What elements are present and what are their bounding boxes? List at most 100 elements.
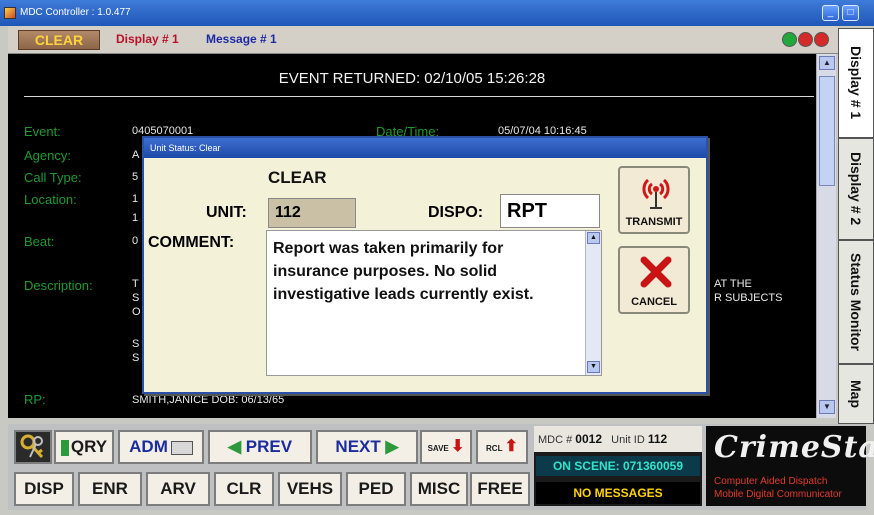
antenna-icon — [642, 178, 670, 209]
side-tab-label: Map — [848, 380, 864, 408]
qry-indicator-icon — [60, 439, 69, 456]
dispo-label: DISPO: — [428, 204, 484, 221]
location-value-2: 1 — [132, 212, 139, 224]
mdc-value: 0012 — [575, 432, 602, 446]
comment-scroll-up-icon[interactable]: ▲ — [587, 232, 600, 244]
dialog-title[interactable]: Unit Status: Clear — [144, 138, 706, 158]
description-line-1: T — [132, 278, 139, 290]
comment-text: Report was taken primarily for insurance… — [273, 240, 534, 303]
cancel-label: CANCEL — [631, 296, 677, 308]
unit-id-label: Unit ID — [611, 434, 645, 446]
clear-status-button[interactable]: CLEAR — [18, 30, 100, 50]
tab-display-1[interactable]: Display # 1 — [116, 32, 179, 46]
adm-button[interactable]: ADM — [118, 430, 204, 464]
dispo-field[interactable]: RPT — [500, 194, 600, 228]
status-light-red — [814, 32, 829, 47]
scroll-thumb[interactable] — [819, 76, 835, 186]
title-bar[interactable]: MDC Controller : 1.0.477 _ □ — [0, 0, 874, 26]
comment-scrollbar[interactable]: ▲ ▼ — [585, 231, 601, 375]
brand-line-2: Mobile Digital Communicator — [714, 489, 842, 500]
location-label: Location: — [24, 192, 77, 207]
calltype-value: 5 — [132, 171, 139, 183]
description-right-1: AT THE — [714, 278, 752, 290]
brand-line-1: Computer Aided Dispatch — [714, 476, 828, 487]
display-scrollbar[interactable]: ▲ ▼ — [816, 54, 836, 418]
keys-icon — [20, 434, 44, 459]
rcl-label: RCL — [486, 444, 503, 453]
ped-button[interactable]: PED — [346, 472, 406, 506]
description-line-4: S — [132, 338, 140, 350]
side-tab-status-monitor[interactable]: Status Monitor — [838, 240, 874, 364]
side-tab-display-1[interactable]: Display # 1 — [838, 28, 874, 138]
maximize-button[interactable]: □ — [842, 5, 859, 21]
next-arrow-icon: ▶ — [385, 437, 399, 456]
description-right-2: R SUBJECTS — [714, 292, 783, 304]
next-button[interactable]: NEXT ▶ — [316, 430, 418, 464]
side-tab-label: Display # 2 — [848, 152, 864, 226]
adm-label: ADM — [129, 437, 168, 456]
clr-button[interactable]: CLR — [214, 472, 274, 506]
mdc-label: MDC # — [538, 434, 573, 446]
bottom-toolbar: QRY ADM ◀ PREV NEXT ▶ SAVE ⬇ RCL ⬆ DISP … — [8, 424, 874, 510]
comment-textarea[interactable]: Report was taken primarily for insurance… — [266, 230, 602, 376]
mdc-line: MDC # 0012 Unit ID 112 — [534, 426, 702, 452]
free-button[interactable]: FREE — [470, 472, 530, 506]
transmit-button[interactable]: TRANSMIT — [618, 166, 690, 234]
next-label: NEXT — [335, 437, 381, 456]
minimize-button[interactable]: _ — [822, 5, 839, 21]
unit-field[interactable]: 112 — [268, 198, 356, 228]
rcl-button[interactable]: RCL ⬆ — [476, 430, 528, 464]
keyboard-icon — [170, 440, 193, 455]
unit-id-value: 112 — [647, 432, 668, 446]
save-label: SAVE — [427, 444, 449, 453]
save-button[interactable]: SAVE ⬇ — [420, 430, 472, 464]
prev-button[interactable]: ◀ PREV — [208, 430, 312, 464]
keys-button[interactable] — [14, 430, 52, 464]
description-line-3: O — [132, 306, 141, 318]
beat-label: Beat: — [24, 234, 55, 249]
side-tab-map[interactable]: Map — [838, 364, 874, 424]
prev-arrow-icon: ◀ — [227, 437, 242, 456]
status-light-green — [782, 32, 797, 47]
description-line-2: S — [132, 292, 140, 304]
vehs-button[interactable]: VEHS — [278, 472, 342, 506]
calltype-label: Call Type: — [24, 170, 82, 185]
unit-label: UNIT: — [206, 204, 247, 221]
tab-message-1[interactable]: Message # 1 — [206, 32, 277, 46]
comment-label: COMMENT: — [148, 234, 235, 251]
header-divider — [24, 96, 814, 97]
qry-button[interactable]: QRY — [54, 430, 114, 464]
arv-button[interactable]: ARV — [146, 472, 210, 506]
description-line-5: S — [132, 352, 140, 364]
crimestar-logo: CrimeStar Computer Aided Dispatch Mobile… — [706, 426, 874, 506]
scroll-down-arrow-icon[interactable]: ▼ — [819, 400, 835, 414]
enr-button[interactable]: ENR — [78, 472, 142, 506]
description-label: Description: — [24, 278, 93, 293]
brand-name: CrimeStar — [714, 430, 874, 465]
window-title: MDC Controller : 1.0.477 — [20, 7, 131, 18]
disp-button[interactable]: DISP — [14, 472, 74, 506]
side-tab-display-2[interactable]: Display # 2 — [838, 138, 874, 240]
app-icon — [4, 7, 16, 19]
unit-status-dialog: Unit Status: Clear CLEAR UNIT: 112 DISPO… — [142, 136, 708, 394]
side-tab-label: Display # 1 — [848, 46, 864, 120]
scroll-up-arrow-icon[interactable]: ▲ — [819, 56, 835, 70]
misc-button[interactable]: MISC — [410, 472, 468, 506]
cancel-button[interactable]: CANCEL — [618, 246, 690, 314]
status-light-red — [798, 32, 813, 47]
download-arrow-icon: ⬇ — [451, 438, 465, 455]
event-returned-header: EVENT RETURNED: 02/10/05 15:26:28 — [278, 70, 546, 87]
agency-value: A — [132, 149, 140, 161]
menu-bar: CLEAR Display # 1 Message # 1 — [8, 26, 838, 54]
beat-value: 0 — [132, 235, 139, 247]
agency-label: Agency: — [24, 148, 71, 163]
rp-label: RP: — [24, 392, 46, 407]
comment-scroll-down-icon[interactable]: ▼ — [587, 361, 600, 373]
cancel-x-icon — [640, 256, 672, 288]
mdc-info-panel: MDC # 0012 Unit ID 112 ON SCENE: 0713600… — [534, 426, 702, 506]
on-scene-status: ON SCENE: 071360059 — [536, 456, 700, 476]
qry-label: QRY — [70, 437, 108, 456]
transmit-label: TRANSMIT — [625, 216, 683, 228]
mdc-controller-window: MDC Controller : 1.0.477 _ □ CLEAR Displ… — [0, 0, 874, 515]
messages-status[interactable]: NO MESSAGES — [536, 482, 700, 504]
